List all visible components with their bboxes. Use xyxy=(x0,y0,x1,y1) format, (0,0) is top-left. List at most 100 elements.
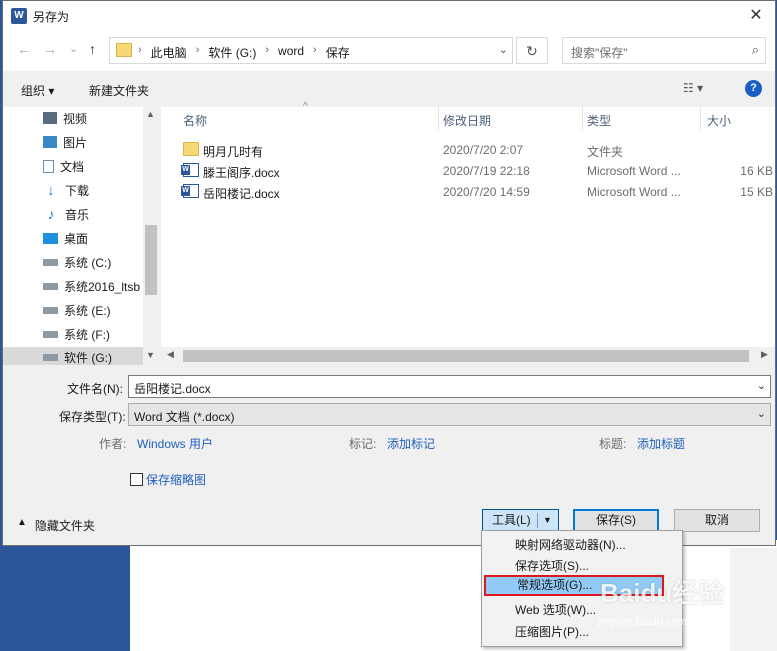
video-icon xyxy=(43,112,57,124)
breadcrumb-item[interactable]: 此电脑 xyxy=(151,44,187,61)
help-icon[interactable]: ? xyxy=(745,80,762,97)
up-arrow-icon[interactable]: ↑ xyxy=(89,41,96,57)
forward-arrow-icon[interactable]: → xyxy=(43,41,57,57)
breadcrumb-item[interactable]: 保存 xyxy=(326,44,350,61)
tags-label: 标记: xyxy=(349,437,377,451)
chevron-up-icon: ▲ xyxy=(17,517,27,528)
organize-button[interactable]: 组织 ▾ xyxy=(21,82,54,99)
word-backstage-panel xyxy=(730,548,777,651)
tags-value[interactable]: 添加标记 xyxy=(387,435,435,452)
scroll-left-icon[interactable]: ◀ xyxy=(167,349,174,360)
navigation-bar: ← → ⌄ ↑ › 此电脑 › 软件 (G:) › word › 保存 ⌄ ↻ … xyxy=(3,31,775,71)
sidebar-item-desktop[interactable]: 桌面 xyxy=(43,227,88,249)
sidebar-item-drive-d[interactable]: 系统2016_ltsb xyxy=(43,275,140,297)
baidu-watermark: Baidu经验 xyxy=(600,578,725,608)
filename-field[interactable]: 岳阳楼记.docx ⌄ xyxy=(128,375,771,398)
breadcrumb: › 此电脑 › 软件 (G:) › word › 保存 xyxy=(138,44,350,61)
navigation-scrollbar[interactable]: ▲ ▼ xyxy=(143,107,159,365)
command-bar: 组织 ▾ 新建文件夹 ☷ ▾ ? xyxy=(3,71,775,107)
sidebar-item-downloads[interactable]: ↓ 下载 xyxy=(43,179,90,201)
sidebar-item-drive-g[interactable]: 软件 (G:) xyxy=(43,346,112,368)
save-thumbnail-checkbox[interactable] xyxy=(130,473,143,486)
column-header-date[interactable]: 修改日期 xyxy=(443,112,491,129)
button-divider xyxy=(537,513,538,528)
scrollbar-thumb[interactable] xyxy=(145,225,157,295)
word-app-icon: W xyxy=(11,8,27,24)
sidebar-item-drive-e[interactable]: 系统 (E:) xyxy=(43,299,111,321)
dialog-title: 另存为 xyxy=(33,10,70,24)
hide-folders-toggle[interactable]: ▲ 隐藏文件夹 xyxy=(17,517,95,534)
author-label: 作者: xyxy=(99,437,127,451)
desktop-icon xyxy=(43,232,58,244)
word-backstage-pane xyxy=(0,540,130,651)
drive-icon xyxy=(43,306,58,314)
sidebar-item-music[interactable]: ♪ 音乐 xyxy=(43,203,90,225)
author-value[interactable]: Windows 用户 xyxy=(137,435,213,452)
recent-locations-icon[interactable]: ⌄ xyxy=(69,42,78,55)
file-row[interactable]: 滕王阁序.docx 2020/7/19 22:18 Microsoft Word… xyxy=(161,160,775,181)
sidebar-item-drive-f[interactable]: 系统 (F:) xyxy=(43,323,110,345)
word-document-icon xyxy=(181,163,199,177)
close-button[interactable]: ✕ xyxy=(741,3,771,29)
back-arrow-icon[interactable]: ← xyxy=(17,41,31,57)
sort-caret-icon: ^ xyxy=(303,101,308,112)
word-document-icon xyxy=(181,184,199,198)
column-divider xyxy=(582,107,583,131)
navigation-pane: 视频 图片 文档 ↓ 下载 ♪ 音乐 桌面 系统 (C:) 系统2016_lts… xyxy=(3,107,159,365)
sidebar-item-documents[interactable]: 文档 xyxy=(43,155,84,177)
downloads-icon: ↓ xyxy=(47,182,55,198)
address-bar[interactable]: › 此电脑 › 软件 (G:) › word › 保存 ⌄ xyxy=(109,37,513,64)
file-row[interactable]: 岳阳楼记.docx 2020/7/20 14:59 Microsoft Word… xyxy=(161,181,775,202)
column-header-size[interactable]: 大小 xyxy=(707,112,731,129)
scroll-up-icon[interactable]: ▲ xyxy=(146,109,155,119)
new-folder-button[interactable]: 新建文件夹 xyxy=(89,82,149,99)
filetype-select[interactable]: Word 文档 (*.docx) ⌄ xyxy=(128,403,771,426)
sidebar-item-videos[interactable]: 视频 xyxy=(43,107,87,129)
drive-icon xyxy=(43,353,58,361)
drive-icon xyxy=(43,282,58,290)
music-icon: ♪ xyxy=(47,206,55,222)
documents-icon xyxy=(43,159,54,173)
horizontal-scrollbar[interactable]: ◀ ▶ xyxy=(161,347,775,365)
folder-icon xyxy=(183,142,199,156)
file-list: ^ 名称 修改日期 类型 大小 明月几时有 2020/7/20 2:07 文件夹… xyxy=(161,101,775,365)
watermark-url: jingyan.baidu.com xyxy=(598,616,687,628)
pictures-icon xyxy=(43,136,57,148)
chevron-down-icon: ▼ xyxy=(543,515,552,525)
search-box[interactable]: 搜索"保存" ⌕ xyxy=(562,37,766,64)
search-icon[interactable]: ⌕ xyxy=(752,42,759,58)
chevron-down-icon[interactable]: ⌄ xyxy=(499,43,508,56)
search-input[interactable]: 搜索"保存" xyxy=(571,44,628,61)
chevron-down-icon[interactable]: ⌄ xyxy=(757,407,766,420)
filetype-label: 保存类型(T): xyxy=(59,410,126,424)
breadcrumb-item[interactable]: word xyxy=(278,44,304,61)
filename-input[interactable]: 岳阳楼记.docx xyxy=(134,380,211,397)
refresh-button[interactable]: ↻ xyxy=(516,37,548,64)
sidebar-item-drive-c[interactable]: 系统 (C:) xyxy=(43,251,111,273)
title-value[interactable]: 添加标题 xyxy=(637,435,685,452)
menu-item-map-network-drive[interactable]: 映射网络驱动器(N)... xyxy=(484,535,680,556)
chevron-down-icon[interactable]: ⌄ xyxy=(757,379,766,392)
view-options-icon[interactable]: ☷ ▾ xyxy=(683,81,703,95)
drive-icon xyxy=(43,258,58,266)
column-header-name[interactable]: 名称 xyxy=(183,112,207,129)
breadcrumb-item[interactable]: 软件 (G:) xyxy=(208,44,256,61)
sidebar-item-pictures[interactable]: 图片 xyxy=(43,131,87,153)
drive-icon xyxy=(43,330,58,338)
scrollbar-thumb[interactable] xyxy=(183,350,749,362)
scroll-down-icon[interactable]: ▼ xyxy=(146,350,155,360)
file-row[interactable]: 明月几时有 2020/7/20 2:07 文件夹 xyxy=(161,139,775,160)
column-divider xyxy=(438,107,439,131)
title-bar: W 另存为 ✕ xyxy=(3,1,775,31)
filename-label: 文件名(N): xyxy=(67,382,123,396)
title-label: 标题: xyxy=(599,437,627,451)
save-as-dialog: W 另存为 ✕ ← → ⌄ ↑ › 此电脑 › 软件 (G:) › word ›… xyxy=(2,0,776,546)
tools-button[interactable]: 工具(L) ▼ xyxy=(482,509,559,532)
cancel-button[interactable]: 取消 xyxy=(674,509,760,532)
folder-icon xyxy=(116,43,132,57)
save-button[interactable]: 保存(S) xyxy=(573,509,659,532)
column-divider xyxy=(700,107,701,131)
scroll-right-icon[interactable]: ▶ xyxy=(761,349,768,360)
column-header-type[interactable]: 类型 xyxy=(587,112,611,129)
save-thumbnail-label[interactable]: 保存缩略图 xyxy=(146,471,206,488)
